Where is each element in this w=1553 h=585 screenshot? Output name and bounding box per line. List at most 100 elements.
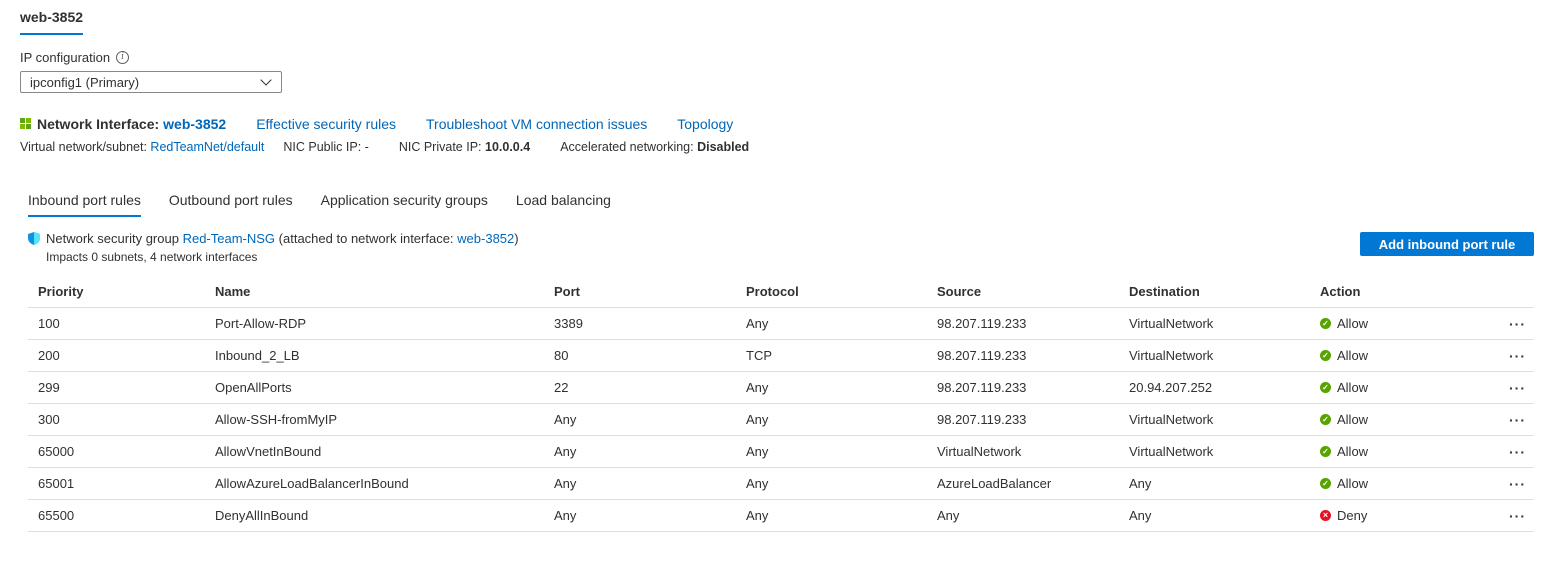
info-icon[interactable]: i — [116, 51, 130, 64]
tab-load-balancing[interactable]: Load balancing — [516, 192, 611, 217]
cell-destination: VirtualNetwork — [1129, 435, 1320, 468]
network-interface-label: Network Interface: — [37, 116, 160, 132]
error-circle-icon: × — [1320, 510, 1331, 521]
nic-tab-underline — [20, 33, 83, 35]
tab-inbound-port-rules[interactable]: Inbound port rules — [28, 192, 141, 217]
network-interface-icon — [20, 118, 32, 130]
chevron-down-icon — [260, 74, 272, 86]
nic-tab[interactable]: web-3852 — [20, 9, 83, 25]
cell-destination: VirtualNetwork — [1129, 307, 1320, 340]
public-ip-value: - — [364, 140, 369, 154]
table-row[interactable]: 299 OpenAllPorts 22 Any 98.207.119.233 20.94.… — [28, 371, 1534, 404]
cell-source: 98.207.119.233 — [937, 307, 1129, 340]
effective-security-rules-link[interactable]: Effective security rules — [256, 116, 396, 132]
header-destination[interactable]: Destination — [1129, 276, 1320, 308]
cell-protocol: Any — [746, 467, 937, 500]
cell-source: 98.207.119.233 — [937, 403, 1129, 436]
table-header-row: Priority Name Port Protocol Source Desti… — [28, 276, 1534, 308]
tab-outbound-port-rules[interactable]: Outbound port rules — [169, 192, 293, 217]
network-interface-header: Network Interface: web-3852 Effective se… — [20, 116, 733, 132]
table-row[interactable]: 300 Allow-SSH-fromMyIP Any Any 98.207.119.23… — [28, 403, 1534, 436]
nsg-summary: Network security group Red-Team-NSG (att… — [28, 231, 519, 246]
action-label: Allow — [1337, 380, 1369, 395]
cell-action: ✓ Allow — [1320, 307, 1500, 340]
cell-name: Allow-SSH-fromMyIP — [215, 403, 554, 436]
header-port[interactable]: Port — [554, 276, 746, 308]
cell-name: AllowVnetInBound — [215, 435, 554, 468]
action-status: ✓ Allow — [1320, 380, 1500, 395]
cell-protocol: Any — [746, 307, 937, 340]
cell-source: 98.207.119.233 — [937, 339, 1129, 372]
cell-action: ✓ Allow — [1320, 339, 1500, 372]
vnet-link[interactable]: RedTeamNet/default — [150, 140, 264, 154]
action-label: Allow — [1337, 412, 1369, 427]
cell-source: AzureLoadBalancer — [937, 467, 1129, 500]
nsg-prefix: Network security group — [46, 231, 179, 246]
cell-priority: 65000 — [28, 435, 215, 468]
cell-protocol: Any — [746, 435, 937, 468]
more-icon[interactable]: ··· — [1500, 403, 1534, 436]
cell-priority: 65001 — [28, 467, 215, 500]
more-icon[interactable]: ··· — [1500, 339, 1534, 372]
network-interface-name-link[interactable]: web-3852 — [163, 116, 226, 132]
troubleshoot-vm-link[interactable]: Troubleshoot VM connection issues — [426, 116, 647, 132]
cell-name: OpenAllPorts — [215, 371, 554, 404]
cell-destination: Any — [1129, 499, 1320, 532]
cell-priority: 300 — [28, 403, 215, 436]
action-label: Allow — [1337, 316, 1369, 331]
cell-source: 98.207.119.233 — [937, 371, 1129, 404]
ip-configuration-select[interactable]: ipconfig1 (Primary) — [20, 71, 282, 93]
header-action[interactable]: Action — [1320, 276, 1500, 308]
header-menu — [1500, 276, 1534, 308]
cell-name: AllowAzureLoadBalancerInBound — [215, 467, 554, 500]
ip-configuration-label: IP configuration i — [20, 50, 130, 65]
cell-destination: VirtualNetwork — [1129, 403, 1320, 436]
private-ip-value: 10.0.0.4 — [485, 140, 531, 154]
cell-source: VirtualNetwork — [937, 435, 1129, 468]
header-source[interactable]: Source — [937, 276, 1129, 308]
check-circle-icon: ✓ — [1320, 478, 1331, 489]
table-row[interactable]: 65000 AllowVnetInBound Any Any VirtualNetwor… — [28, 435, 1534, 468]
more-icon[interactable]: ··· — [1500, 371, 1534, 404]
cell-action: ✓ Allow — [1320, 403, 1500, 436]
cell-destination: 20.94.207.252 — [1129, 371, 1320, 404]
shield-icon — [28, 232, 40, 245]
more-icon[interactable]: ··· — [1500, 307, 1534, 340]
cell-protocol: Any — [746, 403, 937, 436]
cell-destination: VirtualNetwork — [1129, 339, 1320, 372]
ip-configuration-label-text: IP configuration — [20, 50, 111, 65]
accelerated-networking-label: Accelerated networking: — [560, 140, 694, 154]
header-priority[interactable]: Priority — [28, 276, 215, 308]
table-row[interactable]: 200 Inbound_2_LB 80 TCP 98.207.119.233 Virtua… — [28, 339, 1534, 372]
more-icon[interactable]: ··· — [1500, 499, 1534, 532]
cell-action: ✓ Allow — [1320, 435, 1500, 468]
ip-configuration-selected: ipconfig1 (Primary) — [30, 74, 140, 90]
tab-application-security-groups[interactable]: Application security groups — [321, 192, 488, 217]
table-row[interactable]: 65001 AllowAzureLoadBalancerInBound Any Any… — [28, 467, 1534, 500]
accelerated-networking-value: Disabled — [697, 140, 750, 154]
cell-port: 22 — [554, 371, 746, 404]
nsg-name-link[interactable]: Red-Team-NSG — [183, 231, 275, 246]
action-status: ✓ Allow — [1320, 476, 1500, 491]
cell-destination: Any — [1129, 467, 1320, 500]
table-row[interactable]: 65500 DenyAllInBound Any Any Any Any × Deny ··· — [28, 499, 1534, 532]
cell-protocol: Any — [746, 499, 937, 532]
cell-port: 80 — [554, 339, 746, 372]
nsg-attached-suffix: ) — [514, 231, 519, 246]
nsg-attached-nic-link[interactable]: web-3852 — [457, 231, 514, 246]
cell-name: DenyAllInBound — [215, 499, 554, 532]
table-row[interactable]: 100 Port-Allow-RDP 3389 Any 98.207.119.233 Vi… — [28, 307, 1534, 340]
cell-action: ✓ Allow — [1320, 371, 1500, 404]
header-protocol[interactable]: Protocol — [746, 276, 937, 308]
add-inbound-port-rule-button[interactable]: Add inbound port rule — [1360, 232, 1534, 256]
more-icon[interactable]: ··· — [1500, 467, 1534, 500]
more-icon[interactable]: ··· — [1500, 435, 1534, 468]
header-name[interactable]: Name — [215, 276, 554, 308]
cell-priority: 200 — [28, 339, 215, 372]
cell-port: Any — [554, 435, 746, 468]
topology-link[interactable]: Topology — [677, 116, 733, 132]
action-status: ✓ Allow — [1320, 444, 1500, 459]
cell-action: ✓ Allow — [1320, 467, 1500, 500]
cell-source: Any — [937, 499, 1129, 532]
cell-priority: 299 — [28, 371, 215, 404]
